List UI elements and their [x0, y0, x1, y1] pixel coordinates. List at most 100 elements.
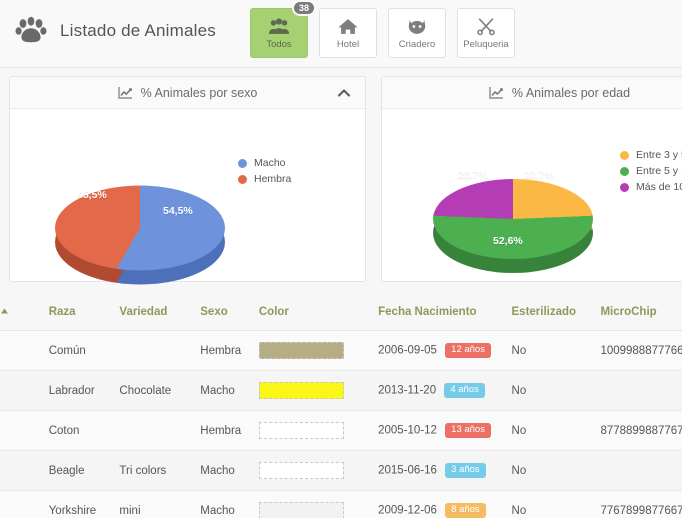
chevron-up-icon[interactable] [337, 86, 351, 100]
column-header-esterilizado[interactable]: Esterilizado [512, 292, 601, 331]
birth-date: 2009-12-06 [378, 505, 437, 517]
cell-color [259, 331, 378, 371]
panel-body: 23,7% 52,6% 23,7% Entre 3 y 5 Entre 5 y … [382, 109, 682, 282]
table-row[interactable]: Labrador Chocolate Macho 2013-11-20 4 añ… [0, 371, 682, 411]
tab-hotel[interactable]: Hotel [319, 8, 377, 58]
cell-raza: Labrador [49, 371, 120, 411]
animal-table: e Raza Variedad Sexo Color Fecha Nacimie… [0, 292, 682, 518]
age-badge: 8 años [445, 503, 486, 518]
cell-nombre [0, 371, 49, 411]
tab-label: Peluqueria [463, 39, 508, 50]
pie-slice-label-3-5: 23,7% [524, 169, 554, 181]
column-header-raza[interactable]: Raza [49, 292, 120, 331]
cell-microchip: 87788998877677 [600, 411, 682, 451]
users-group-icon [268, 17, 290, 36]
pie-chart-sexo: 54,5% 45,5% [55, 135, 225, 285]
column-header-variedad[interactable]: Variedad [119, 292, 200, 331]
color-swatch [259, 462, 344, 479]
animal-list-page: Listado de Animales Todos 38 [0, 0, 682, 518]
legend-color-dot [620, 151, 629, 160]
cell-fecha-nacimiento: 2005-10-12 13 años [378, 411, 511, 451]
table-row[interactable]: e Yorkshire mini Macho 2009-12-06 8 años… [0, 491, 682, 518]
cell-microchip [600, 451, 682, 491]
table-head: e Raza Variedad Sexo Color Fecha Nacimie… [0, 292, 682, 331]
tab-todos[interactable]: Todos 38 [250, 8, 308, 58]
table-row[interactable]: r Beagle Tri colors Macho 2015-06-16 3 a… [0, 451, 682, 491]
cell-nombre [0, 411, 49, 451]
title-wrap: Listado de Animales [14, 14, 216, 48]
legend-item: Entre 3 y 5 [620, 147, 682, 163]
cell-sexo: Hembra [200, 331, 259, 371]
birth-date: 2006-09-05 [378, 345, 437, 357]
panel-body: 54,5% 45,5% Macho Hembra [10, 109, 365, 282]
table-row[interactable]: Coton Hembra 2005-10-12 13 años No 87788… [0, 411, 682, 451]
panel-animales-por-edad: % Animales por edad 23,7% 52,6% 23,7% En… [381, 76, 682, 282]
tab-badge-count: 38 [292, 0, 316, 16]
chart-line-icon [489, 86, 504, 99]
animal-table-container[interactable]: e Raza Variedad Sexo Color Fecha Nacimie… [0, 292, 682, 518]
panel-title: % Animales por sexo [141, 86, 258, 100]
age-badge: 13 años [445, 423, 491, 438]
pie-slice-label-5-10: 52,6% [493, 235, 523, 247]
cell-microchip: 776789987766776671 [600, 491, 682, 518]
panel-animales-por-sexo: % Animales por sexo 54,5% 45,5% [9, 76, 366, 282]
age-badge: 3 años [445, 463, 486, 478]
birth-date: 2005-10-12 [378, 425, 437, 437]
cell-color [259, 411, 378, 451]
legend-label: Más de 10 [636, 181, 682, 193]
panel-title: % Animales por edad [512, 86, 630, 100]
cell-variedad: Tri colors [119, 451, 200, 491]
cell-microchip: 1009988877766655 [600, 331, 682, 371]
cell-variedad [119, 331, 200, 371]
charts-row: % Animales por sexo 54,5% 45,5% [0, 76, 682, 284]
pie-slice-label-macho: 54,5% [163, 205, 193, 217]
tab-criadero[interactable]: Criadero [388, 8, 446, 58]
column-header-nombre[interactable]: e [0, 292, 49, 331]
legend-color-dot [620, 167, 629, 176]
cell-esterilizado: No [512, 371, 601, 411]
column-header-sexo[interactable]: Sexo [200, 292, 259, 331]
scissors-icon [475, 17, 497, 36]
cell-raza: Yorkshire [49, 491, 120, 518]
tab-label: Hotel [337, 39, 359, 50]
legend-label: Macho [254, 157, 286, 169]
chart-line-icon [118, 86, 133, 99]
legend-color-dot [620, 183, 629, 192]
table-header-row: e Raza Variedad Sexo Color Fecha Nacimie… [0, 292, 682, 331]
cell-fecha-nacimiento: 2006-09-05 12 años [378, 331, 511, 371]
legend-edad: Entre 3 y 5 Entre 5 y 1 Más de 10 [620, 147, 682, 195]
table-body: Común Hembra 2006-09-05 12 años No 10099… [0, 331, 682, 518]
color-swatch [259, 382, 344, 399]
cell-sexo: Macho [200, 451, 259, 491]
table-row[interactable]: Común Hembra 2006-09-05 12 años No 10099… [0, 331, 682, 371]
cell-variedad: Chocolate [119, 371, 200, 411]
color-swatch [259, 422, 344, 439]
tab-peluqueria[interactable]: Peluqueria [457, 8, 515, 58]
pie-chart-edad: 23,7% 52,6% 23,7% [433, 131, 593, 276]
birth-date: 2015-06-16 [378, 465, 437, 477]
legend-item: Hembra [238, 171, 291, 187]
cell-esterilizado: No [512, 451, 601, 491]
column-header-fecha[interactable]: Fecha Nacimiento [378, 292, 511, 331]
pie-slice-label-hembra: 45,5% [77, 189, 107, 201]
home-icon [337, 17, 359, 36]
panel-header: % Animales por sexo [10, 77, 365, 109]
cat-face-icon [406, 17, 428, 36]
birth-date: 2013-11-20 [378, 385, 436, 397]
cell-nombre [0, 331, 49, 371]
column-header-microchip[interactable]: MicroChip [600, 292, 682, 331]
cell-fecha-nacimiento: 2009-12-06 8 años [378, 491, 511, 518]
cell-raza: Común [49, 331, 120, 371]
cell-color [259, 491, 378, 518]
sort-asc-icon [0, 307, 9, 316]
cell-nombre: e [0, 491, 49, 518]
cell-variedad [119, 411, 200, 451]
page-title: Listado de Animales [60, 21, 216, 41]
age-badge: 12 años [445, 343, 491, 358]
column-header-color[interactable]: Color [259, 292, 378, 331]
cell-esterilizado: No [512, 331, 601, 371]
cell-esterilizado: No [512, 411, 601, 451]
cell-fecha-nacimiento: 2013-11-20 4 años [378, 371, 511, 411]
tab-label: Todos [266, 39, 291, 50]
legend-color-dot [238, 175, 247, 184]
